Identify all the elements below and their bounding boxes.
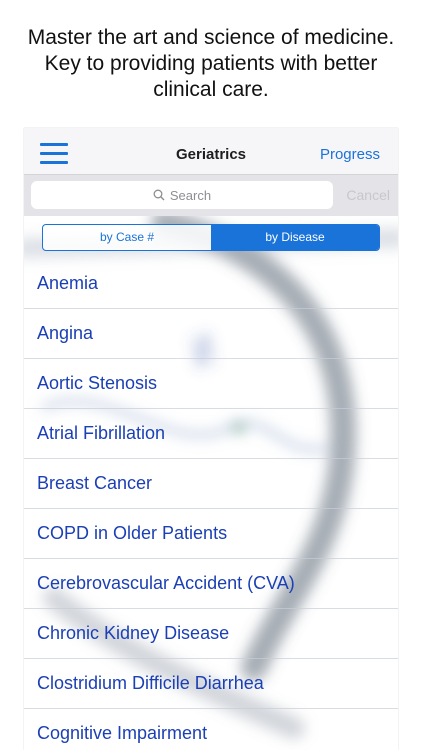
list-item[interactable]: Cerebrovascular Accident (CVA) — [24, 559, 398, 609]
list-item[interactable]: Atrial Fibrillation — [24, 409, 398, 459]
list-item[interactable]: Angina — [24, 309, 398, 359]
segment-by-case[interactable]: by Case # — [43, 225, 211, 250]
disease-list: Anemia Angina Aortic Stenosis Atrial Fib… — [24, 259, 398, 750]
caption-line-1: Master the art and science of medicine. — [27, 26, 395, 49]
list-item[interactable]: Clostridium Difficile Diarrhea — [24, 659, 398, 709]
list-item[interactable]: Cognitive Impairment — [24, 709, 398, 750]
list-item[interactable]: Aortic Stenosis — [24, 359, 398, 409]
segment-by-disease[interactable]: by Disease — [211, 225, 379, 250]
promo-caption: Master the art and science of medicine. … — [0, 0, 422, 128]
list-item[interactable]: Anemia — [24, 259, 398, 309]
search-icon — [153, 189, 165, 201]
search-placeholder: Search — [169, 187, 212, 203]
app-screen: Geriatrics Progress Search Cancel by Cas… — [24, 128, 398, 750]
hamburger-menu-icon[interactable] — [40, 143, 68, 165]
cancel-button[interactable]: Cancel — [346, 187, 390, 203]
search-input[interactable]: Search — [31, 181, 333, 209]
list-item[interactable]: COPD in Older Patients — [24, 509, 398, 559]
page-title: Geriatrics — [175, 146, 247, 163]
navigation-bar: Geriatrics Progress — [24, 134, 398, 175]
list-item[interactable]: Breast Cancer — [24, 459, 398, 509]
list-item[interactable]: Chronic Kidney Disease — [24, 609, 398, 659]
search-bar: Search Cancel — [24, 175, 398, 216]
caption-line-2: Key to providing patients with better — [44, 52, 378, 75]
caption-line-3: clinical care. — [153, 78, 269, 101]
progress-button[interactable]: Progress — [320, 146, 380, 163]
sort-segmented-control: by Case # by Disease — [42, 224, 380, 251]
